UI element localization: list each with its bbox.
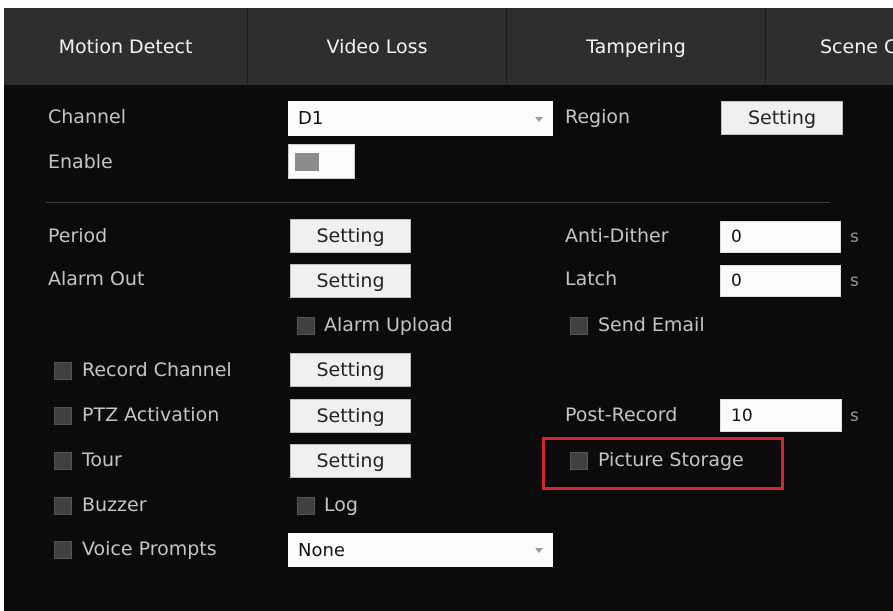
record-channel-label: Record Channel <box>82 359 232 381</box>
anti-dither-input[interactable]: 0 <box>720 221 841 253</box>
latch-input[interactable]: 0 <box>720 265 841 297</box>
tour-checkbox[interactable] <box>54 452 72 470</box>
voice-prompts-value: None <box>298 539 345 561</box>
channel-select[interactable]: D1 <box>288 101 553 136</box>
alarm-upload-label: Alarm Upload <box>324 314 453 336</box>
channel-value: D1 <box>298 108 324 129</box>
tab-bar: Motion Detect Video Loss Tampering Scene… <box>4 8 893 85</box>
alarm-upload-checkbox[interactable] <box>297 317 315 335</box>
post-record-unit: s <box>850 406 859 426</box>
latch-unit: s <box>850 271 859 291</box>
latch-label: Latch <box>565 268 618 290</box>
alarm-out-label: Alarm Out <box>48 268 145 290</box>
region-setting-button[interactable]: Setting <box>721 101 843 135</box>
anti-dither-label: Anti-Dither <box>565 225 669 247</box>
log-label: Log <box>324 494 358 516</box>
tab-video-loss[interactable]: Video Loss <box>248 8 507 85</box>
period-label: Period <box>48 225 108 247</box>
send-email-checkbox[interactable] <box>570 317 588 335</box>
post-record-label: Post-Record <box>565 404 678 426</box>
tour-label: Tour <box>82 449 122 471</box>
alarm-out-setting-button[interactable]: Setting <box>290 264 411 298</box>
voice-prompts-checkbox[interactable] <box>54 541 72 559</box>
send-email-label: Send Email <box>598 314 705 336</box>
period-setting-button[interactable]: Setting <box>290 219 411 253</box>
chevron-down-icon <box>535 116 543 122</box>
enable-label: Enable <box>48 151 113 173</box>
tab-motion-detect[interactable]: Motion Detect <box>4 8 248 85</box>
highlight-box <box>542 437 784 490</box>
tour-setting-button[interactable]: Setting <box>290 444 411 478</box>
chevron-down-icon <box>535 548 543 553</box>
ptz-activation-setting-button[interactable]: Setting <box>290 399 411 433</box>
tab-tampering[interactable]: Tampering <box>507 8 766 85</box>
post-record-input[interactable]: 10 <box>720 399 842 432</box>
motion-detect-screen: Motion Detect Video Loss Tampering Scene… <box>4 8 893 611</box>
channel-label: Channel <box>48 106 127 128</box>
buzzer-label: Buzzer <box>82 494 147 516</box>
anti-dither-unit: s <box>850 227 859 247</box>
region-label: Region <box>565 106 631 128</box>
record-channel-setting-button[interactable]: Setting <box>290 353 411 387</box>
voice-prompts-select[interactable]: None <box>288 533 553 567</box>
divider <box>46 202 830 203</box>
tab-scene-change[interactable]: Scene C <box>766 8 893 85</box>
enable-toggle[interactable] <box>288 144 355 179</box>
record-channel-checkbox[interactable] <box>54 362 72 380</box>
ptz-activation-label: PTZ Activation <box>82 404 220 426</box>
buzzer-checkbox[interactable] <box>54 497 72 515</box>
voice-prompts-label: Voice Prompts <box>82 538 217 560</box>
log-checkbox[interactable] <box>297 497 315 515</box>
ptz-activation-checkbox[interactable] <box>54 407 72 425</box>
toggle-knob <box>295 153 319 171</box>
